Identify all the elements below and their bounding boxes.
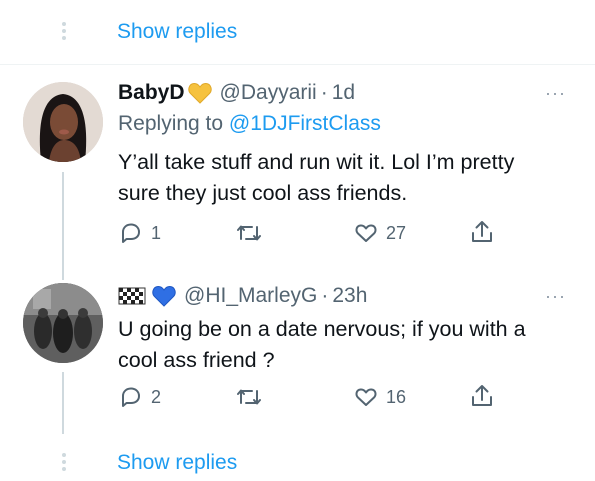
retweet-icon bbox=[237, 225, 261, 241]
replying-to-label: Replying to bbox=[118, 112, 224, 135]
reply-count: 2 bbox=[151, 386, 162, 407]
reply-text-line: cool ass friend ? bbox=[118, 348, 275, 372]
avatar-marleyg[interactable] bbox=[23, 283, 103, 363]
reply-icon bbox=[122, 387, 140, 407]
show-replies-link-top[interactable]: Show replies bbox=[117, 20, 237, 44]
thread-line bbox=[62, 372, 64, 434]
reply-text-line: U going be on a date nervous; if you wit… bbox=[118, 317, 526, 341]
replying-to-handle-link[interactable]: @1DJFirstClass bbox=[229, 112, 381, 135]
like-button[interactable]: 27 bbox=[354, 221, 406, 245]
reply-button[interactable]: 2 bbox=[119, 385, 161, 409]
blue-heart-icon bbox=[152, 285, 176, 307]
reply1-header: BabyD @Dayyarii · 1d bbox=[118, 81, 355, 105]
retweet-button[interactable] bbox=[236, 385, 270, 409]
retweet-button[interactable] bbox=[236, 221, 270, 245]
reply-text-line: Y’all take stuff and run wit it. Lol I’m… bbox=[118, 150, 515, 174]
yellow-heart-icon bbox=[187, 82, 212, 104]
timestamp[interactable]: 1d bbox=[332, 81, 355, 105]
reply-text-line: sure they just cool ass friends. bbox=[118, 181, 408, 205]
share-button[interactable] bbox=[470, 219, 494, 245]
like-button[interactable]: 16 bbox=[354, 385, 406, 409]
like-count: 16 bbox=[386, 386, 407, 407]
reply2-header: @HI_MarleyG · 23h bbox=[118, 284, 367, 308]
timestamp[interactable]: 23h bbox=[332, 284, 367, 308]
retweet-icon bbox=[237, 389, 261, 405]
heart-icon bbox=[355, 388, 377, 406]
reply2-text: U going be on a date nervous; if you wit… bbox=[118, 314, 583, 376]
divider bbox=[0, 64, 595, 65]
reply-button[interactable]: 1 bbox=[119, 221, 161, 245]
reply-icon bbox=[122, 223, 140, 243]
heart-icon bbox=[355, 224, 377, 242]
display-name[interactable]: BabyD bbox=[118, 81, 185, 105]
more-options-icon[interactable]: ··· bbox=[545, 83, 566, 104]
share-icon bbox=[472, 221, 492, 242]
replying-to-line: Replying to @1DJFirstClass bbox=[118, 112, 381, 136]
avatar-babyd[interactable] bbox=[23, 82, 103, 162]
separator: · bbox=[321, 284, 329, 307]
user-handle[interactable]: @Dayyarii bbox=[220, 81, 317, 105]
reply-count: 1 bbox=[151, 222, 162, 243]
thread-continuation-dots bbox=[62, 22, 66, 43]
reply1-text: Y’all take stuff and run wit it. Lol I’m… bbox=[118, 147, 578, 209]
separator: · bbox=[320, 81, 328, 104]
user-handle[interactable]: @HI_MarleyG bbox=[184, 284, 317, 308]
thread-continuation-dots bbox=[62, 453, 66, 474]
checkered-flag-icon[interactable] bbox=[118, 285, 148, 307]
more-options-icon[interactable]: ··· bbox=[545, 286, 566, 307]
like-count: 27 bbox=[386, 222, 407, 243]
thread-line bbox=[62, 172, 64, 280]
show-replies-link-bottom[interactable]: Show replies bbox=[117, 451, 237, 475]
share-icon bbox=[472, 385, 492, 406]
share-button[interactable] bbox=[470, 383, 494, 409]
